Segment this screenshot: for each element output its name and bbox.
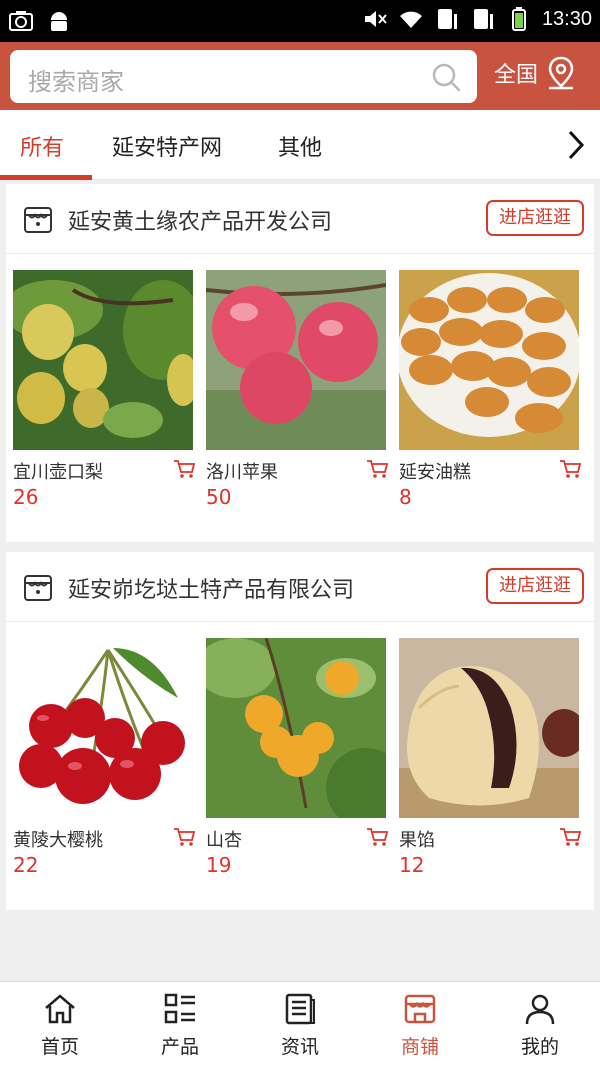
product-name: 延安油糕 [399,462,471,483]
product-image-pastry[interactable] [399,638,579,818]
news-icon [285,993,315,1025]
cart-icon[interactable] [559,827,581,847]
shop-card: 延安黄土缘农产品开发公司 进店逛逛 宜川壶口梨 26 洛川苹果 50 延安油糕 … [6,184,594,542]
android-icon [51,12,67,31]
search-placeholder: 搜索商家 [28,68,124,96]
store-icon [404,994,436,1024]
tab-all[interactable]: 所有 [20,130,64,162]
visit-shop-button[interactable]: 进店逛逛 [486,568,584,604]
tab-other[interactable]: 其他 [278,130,322,162]
screenshot-icon [9,11,33,31]
search-icon[interactable] [431,62,461,92]
category-tabs: 所有 延安特产网 其他 [0,110,600,180]
signal-sim2-icon [473,9,493,29]
active-tab-indicator [0,175,92,180]
region-label: 全国 [494,63,539,88]
search-input[interactable]: 搜索商家 [10,50,477,103]
nav-label: 产品 [160,1036,199,1058]
status-time: 13:30 [541,7,592,30]
nav-label: 商铺 [400,1036,439,1058]
shop-name: 延安黄土缘农产品开发公司 [68,210,333,235]
product-item[interactable]: 洛川苹果 50 [206,270,388,509]
product-price: 22 [13,853,39,877]
nav-label: 资讯 [280,1036,319,1058]
product-name: 果馅 [399,830,435,851]
visit-shop-button[interactable]: 进店逛逛 [486,200,584,236]
location-pin-icon [548,56,574,90]
store-icon [24,207,52,233]
home-icon [45,994,75,1024]
nav-item-products[interactable]: 产品 [120,992,240,1059]
tab-yanan-specialty[interactable]: 延安特产网 [112,130,222,162]
cart-icon[interactable] [173,827,195,847]
nav-item-news[interactable]: 资讯 [240,992,360,1059]
shop-card: 延安峁圪垯土特产品有限公司 进店逛逛 黄陵大樱桃 22 山杏 19 果馅 12 [6,552,594,910]
wifi-icon [399,11,422,28]
signal-sim1-icon [437,9,457,29]
nav-item-stores[interactable]: 商铺 [360,992,480,1059]
product-item[interactable]: 延安油糕 8 [399,270,581,509]
region-selector[interactable]: 全国 [494,56,576,90]
cart-icon[interactable] [366,827,388,847]
product-price: 50 [206,485,232,509]
bottom-navigation: 首页 产品 资讯 商铺 我的 [0,981,600,1067]
product-image-apple[interactable] [206,270,386,450]
cart-icon[interactable] [173,459,195,479]
product-item[interactable]: 山杏 19 [206,638,388,877]
nav-label: 首页 [40,1036,79,1058]
product-image-pear[interactable] [13,270,193,450]
product-name: 洛川苹果 [206,462,278,483]
chevron-right-icon[interactable] [564,128,588,162]
header-bar: 搜索商家 全国 [0,42,600,110]
product-row: 宜川壶口梨 26 洛川苹果 50 延安油糕 8 [6,254,594,544]
product-item[interactable]: 黄陵大樱桃 22 [13,638,195,877]
cart-icon[interactable] [559,459,581,479]
product-price: 8 [399,485,412,509]
product-item[interactable]: 宜川壶口梨 26 [13,270,195,509]
store-icon [24,575,52,601]
product-image-oil-cake[interactable] [399,270,579,450]
shop-header[interactable]: 延安峁圪垯土特产品有限公司 进店逛逛 [6,552,594,622]
product-image-apricot[interactable] [206,638,386,818]
nav-label: 我的 [520,1036,559,1058]
nav-item-me[interactable]: 我的 [480,992,600,1059]
product-item[interactable]: 果馅 12 [399,638,581,877]
cart-icon[interactable] [366,459,388,479]
shop-name: 延安峁圪垯土特产品有限公司 [68,578,355,603]
product-row: 黄陵大樱桃 22 山杏 19 果馅 12 [6,622,594,912]
product-image-cherry[interactable] [13,638,193,818]
mute-icon [364,11,387,27]
battery-icon [511,7,526,31]
user-icon [525,994,555,1025]
grid-list-icon [164,993,195,1024]
product-name: 黄陵大樱桃 [13,830,103,851]
nav-item-home[interactable]: 首页 [0,992,120,1059]
product-name: 山杏 [206,830,242,851]
product-price: 12 [399,853,425,877]
product-price: 19 [206,853,232,877]
status-bar: 13:30 [0,0,600,42]
product-name: 宜川壶口梨 [13,462,103,483]
product-price: 26 [13,485,39,509]
shop-header[interactable]: 延安黄土缘农产品开发公司 进店逛逛 [6,184,594,254]
